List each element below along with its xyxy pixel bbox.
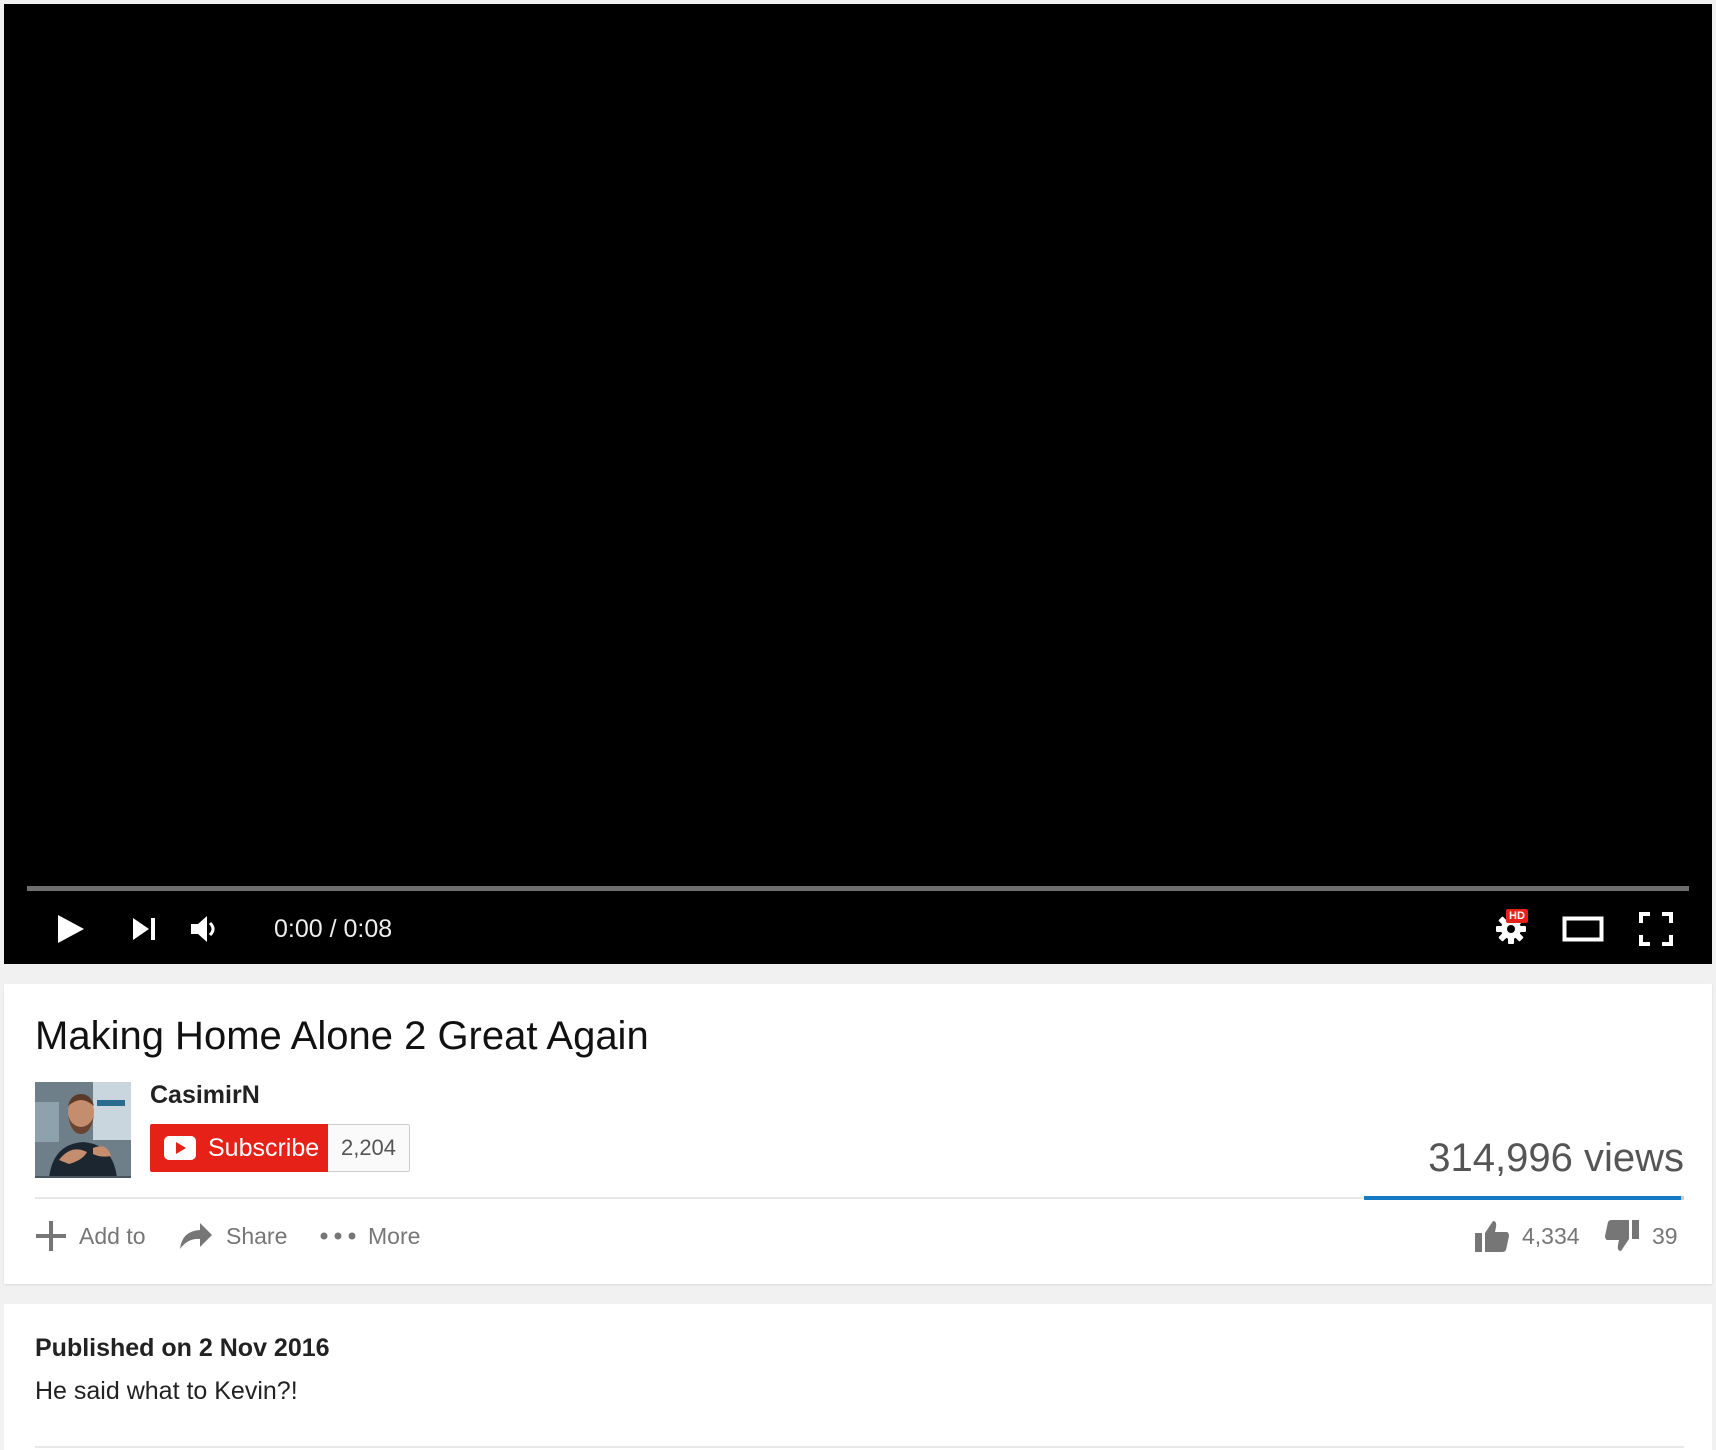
time-display: 0:00 / 0:08 [274,915,393,943]
fullscreen-icon [1639,912,1673,946]
channel-avatar[interactable] [35,1082,131,1178]
play-icon [58,915,84,943]
share-label: Share [226,1222,288,1249]
like-count: 4,334 [1522,1222,1580,1249]
channel-avatar-image [35,1082,131,1178]
plus-icon [36,1221,66,1251]
player-controls: 0:00 / 0:08 HD [4,899,1712,959]
channel-name[interactable]: CasimirN [150,1081,260,1110]
play-button[interactable] [48,899,94,959]
dislike-button[interactable]: 39 [1604,1216,1678,1256]
more-dots-icon [320,1232,356,1240]
thumbs-down-icon [1605,1220,1639,1251]
more-label: More [368,1222,421,1249]
add-to-label: Add to [79,1222,146,1249]
sentiment-bar-likes [1364,1196,1682,1200]
description-divider [35,1446,1684,1448]
sentiment-bar [1364,1196,1684,1200]
video-info-card: Making Home Alone 2 Great Again CasimirN… [4,984,1712,1284]
share-icon [180,1223,212,1249]
description-text: He said what to Kevin?! [35,1377,298,1405]
video-title: Making Home Alone 2 Great Again [35,1014,649,1058]
subscribe-label: Subscribe [208,1133,320,1162]
next-button[interactable] [126,899,162,959]
thumbs-up-icon [1475,1221,1509,1252]
like-button[interactable]: 4,334 [1474,1216,1580,1256]
view-count: 314,996 views [1428,1136,1684,1180]
theater-mode-button[interactable] [1560,899,1606,959]
settings-button[interactable]: HD [1484,899,1538,959]
more-button[interactable]: More [320,1216,420,1256]
publish-date: Published on 2 Nov 2016 [35,1334,330,1362]
share-button[interactable]: Share [178,1216,287,1256]
progress-bar[interactable] [27,886,1689,891]
dislike-count: 39 [1652,1222,1678,1249]
description-card: Published on 2 Nov 2016 He said what to … [4,1304,1712,1450]
fullscreen-button[interactable] [1634,899,1678,959]
subscribe-button[interactable]: Subscribe [150,1124,328,1172]
video-player[interactable]: 0:00 / 0:08 HD [4,4,1712,964]
next-icon [133,918,155,940]
theater-mode-icon [1562,916,1604,942]
volume-icon [191,916,215,942]
mute-button[interactable] [186,899,222,959]
hd-badge: HD [1506,909,1528,923]
subscriber-count: 2,204 [328,1124,410,1172]
add-to-button[interactable]: Add to [35,1216,146,1256]
youtube-play-icon [164,1136,196,1160]
